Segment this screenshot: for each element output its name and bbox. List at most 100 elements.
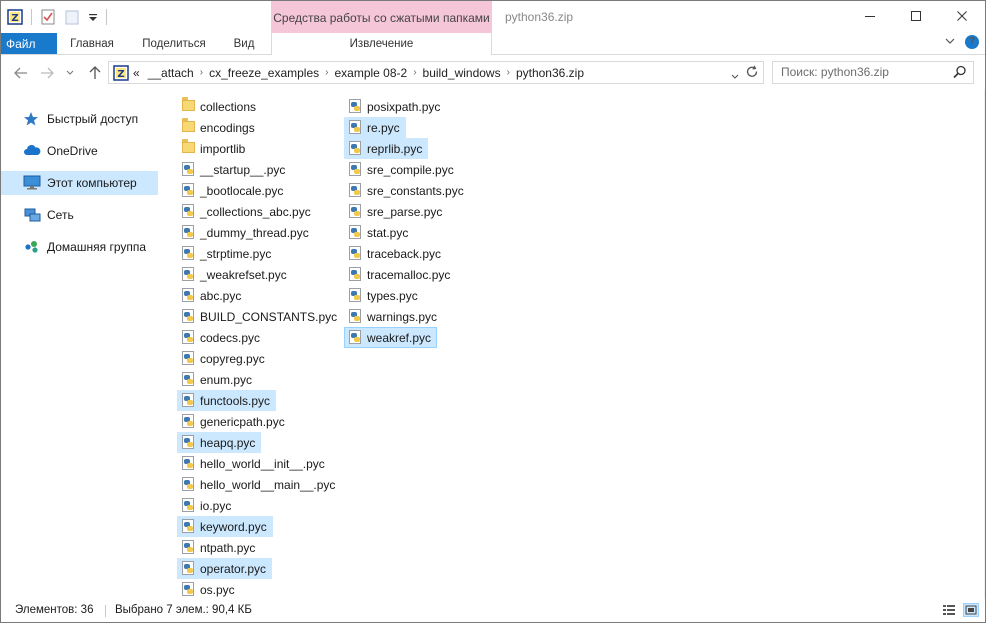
breadcrumb-item[interactable]: __attach bbox=[148, 66, 194, 80]
file-item[interactable]: re.pyc bbox=[344, 117, 406, 138]
python-file-icon bbox=[182, 561, 196, 576]
selection-info: Выбрано 7 элем.: 90,4 КБ bbox=[115, 604, 252, 616]
python-file-shape bbox=[349, 162, 361, 176]
expand-ribbon-icon[interactable] bbox=[945, 37, 955, 48]
file-item[interactable]: functools.pyc bbox=[177, 390, 277, 411]
address-bar[interactable]: Z « __attach › cx_freeze_examples › exam… bbox=[108, 61, 764, 84]
help-icon[interactable]: ? bbox=[965, 35, 979, 49]
python-file-icon bbox=[182, 204, 196, 219]
nav-item-this-pc[interactable]: Этот компьютер bbox=[1, 171, 158, 195]
folder-item[interactable]: importlib bbox=[177, 138, 251, 159]
file-item[interactable]: traceback.pyc bbox=[344, 243, 447, 264]
python-file-shape bbox=[182, 288, 194, 302]
folder-item[interactable]: encodings bbox=[177, 117, 261, 138]
maximize-button[interactable] bbox=[893, 1, 939, 31]
tab-view[interactable]: Вид bbox=[223, 33, 265, 55]
qat-separator bbox=[31, 9, 32, 25]
file-item[interactable]: hello_world__main__.pyc bbox=[177, 474, 341, 495]
file-name: warnings.pyc bbox=[367, 309, 438, 324]
file-item[interactable]: abc.pyc bbox=[177, 285, 247, 306]
file-item[interactable]: sre_parse.pyc bbox=[344, 201, 448, 222]
file-item[interactable]: _dummy_thread.pyc bbox=[177, 222, 315, 243]
file-item[interactable]: os.pyc bbox=[177, 579, 241, 600]
file-item[interactable]: tracemalloc.pyc bbox=[344, 264, 456, 285]
nav-item-quick-access[interactable]: Быстрый доступ bbox=[1, 107, 158, 131]
star-icon bbox=[23, 111, 41, 127]
nav-item-homegroup[interactable]: Домашняя группа bbox=[1, 235, 158, 259]
file-item[interactable]: copyreg.pyc bbox=[177, 348, 271, 369]
chevron-right-icon[interactable]: › bbox=[507, 67, 510, 78]
nav-item-label: Этот компьютер bbox=[47, 176, 137, 190]
chevron-right-icon[interactable]: › bbox=[325, 67, 328, 78]
zip-app-icon[interactable]: Z bbox=[7, 9, 23, 25]
customize-qat-icon[interactable] bbox=[88, 9, 98, 25]
python-file-icon bbox=[349, 288, 363, 303]
file-item[interactable]: hello_world__init__.pyc bbox=[177, 453, 331, 474]
file-item[interactable]: keyword.pyc bbox=[177, 516, 273, 537]
close-button[interactable] bbox=[939, 1, 985, 31]
file-item[interactable]: _collections_abc.pyc bbox=[177, 201, 317, 222]
file-item[interactable]: sre_compile.pyc bbox=[344, 159, 460, 180]
tab-file[interactable]: Файл bbox=[1, 33, 57, 54]
file-item[interactable]: posixpath.pyc bbox=[344, 96, 446, 117]
large-icons-view-icon[interactable] bbox=[963, 603, 979, 617]
nav-item-onedrive[interactable]: OneDrive bbox=[1, 139, 158, 163]
file-item[interactable]: _strptime.pyc bbox=[177, 243, 277, 264]
details-view-icon[interactable] bbox=[941, 603, 957, 617]
properties-icon[interactable] bbox=[40, 9, 56, 25]
breadcrumb-item[interactable]: python36.zip bbox=[516, 66, 584, 80]
file-item[interactable]: __startup__.pyc bbox=[177, 159, 291, 180]
tab-home[interactable]: Главная bbox=[61, 33, 123, 55]
file-item[interactable]: BUILD_CONSTANTS.pyc bbox=[177, 306, 343, 327]
nav-item-network[interactable]: Сеть bbox=[1, 203, 158, 227]
file-item[interactable]: weakref.pyc bbox=[344, 327, 438, 348]
file-item[interactable]: reprlib.pyc bbox=[344, 138, 429, 159]
search-input[interactable]: Поиск: python36.zip bbox=[772, 61, 974, 84]
file-item[interactable]: ntpath.pyc bbox=[177, 537, 261, 558]
minimize-button[interactable] bbox=[847, 1, 893, 31]
python-file-icon bbox=[349, 183, 363, 198]
file-name: BUILD_CONSTANTS.pyc bbox=[200, 309, 338, 324]
python-file-icon bbox=[182, 582, 196, 597]
homegroup-icon bbox=[23, 239, 41, 255]
file-item[interactable]: stat.pyc bbox=[344, 222, 414, 243]
python-file-shape bbox=[349, 288, 361, 302]
breadcrumb-item[interactable]: build_windows bbox=[423, 66, 501, 80]
refresh-icon[interactable] bbox=[745, 65, 759, 82]
file-item[interactable]: operator.pyc bbox=[177, 558, 273, 579]
file-item[interactable]: heapq.pyc bbox=[177, 432, 262, 453]
chevron-right-icon[interactable]: › bbox=[413, 67, 416, 78]
file-name: importlib bbox=[200, 141, 246, 156]
breadcrumb-item[interactable]: example 08-2 bbox=[334, 66, 407, 80]
tab-extract[interactable]: Извлечение bbox=[271, 33, 492, 55]
svg-text:Z: Z bbox=[117, 69, 124, 80]
chevron-right-icon[interactable]: › bbox=[200, 67, 203, 78]
file-item[interactable]: sre_constants.pyc bbox=[344, 180, 470, 201]
context-tab-group: Средства работы со сжатыми папками bbox=[271, 1, 492, 33]
file-name: _weakrefset.pyc bbox=[200, 267, 287, 282]
back-button[interactable] bbox=[11, 63, 31, 83]
file-item[interactable]: _weakrefset.pyc bbox=[177, 264, 293, 285]
breadcrumb-item[interactable]: cx_freeze_examples bbox=[209, 66, 319, 80]
file-name: copyreg.pyc bbox=[200, 351, 265, 366]
file-name: heapq.pyc bbox=[200, 435, 256, 450]
folder-item[interactable]: collections bbox=[177, 96, 262, 117]
file-item[interactable]: genericpath.pyc bbox=[177, 411, 291, 432]
search-icon[interactable] bbox=[953, 65, 967, 79]
address-dropdown-icon[interactable] bbox=[731, 69, 739, 83]
python-file-shape bbox=[182, 561, 194, 575]
file-item[interactable]: enum.pyc bbox=[177, 369, 258, 390]
breadcrumb-overflow[interactable]: « bbox=[133, 66, 140, 80]
recent-locations-button[interactable] bbox=[63, 63, 77, 83]
file-item[interactable]: codecs.pyc bbox=[177, 327, 266, 348]
file-item[interactable]: _bootlocale.pyc bbox=[177, 180, 289, 201]
tab-share[interactable]: Поделиться bbox=[131, 33, 217, 55]
status-separator bbox=[105, 605, 106, 617]
forward-button[interactable] bbox=[37, 63, 57, 83]
up-button[interactable] bbox=[85, 63, 105, 83]
python-file-shape bbox=[182, 351, 194, 365]
file-item[interactable]: warnings.pyc bbox=[344, 306, 443, 327]
file-item[interactable]: io.pyc bbox=[177, 495, 237, 516]
new-folder-icon[interactable] bbox=[64, 9, 80, 25]
file-item[interactable]: types.pyc bbox=[344, 285, 424, 306]
